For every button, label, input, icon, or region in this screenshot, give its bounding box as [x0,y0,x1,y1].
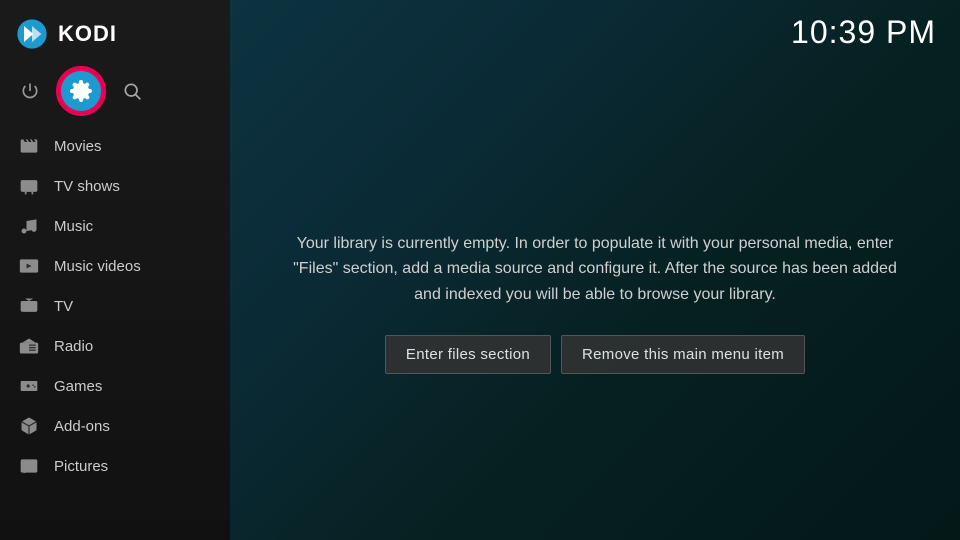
sidebar-menu: Movies TV shows Music [0,126,230,540]
movies-icon [18,135,40,157]
movies-label: Movies [54,138,102,155]
games-icon [18,375,40,397]
radio-icon [18,335,40,357]
kodi-logo-icon [16,18,48,50]
tv-label: TV [54,298,73,315]
library-empty-message: Your library is currently empty. In orde… [290,231,900,308]
sidebar-item-tv-shows[interactable]: TV shows [0,166,230,206]
top-bar: 10:39 PM [230,0,960,65]
sidebar-item-radio[interactable]: Radio [0,326,230,366]
sidebar-item-add-ons[interactable]: Add-ons [0,406,230,446]
power-icon[interactable] [16,77,44,105]
pictures-icon [18,455,40,477]
add-ons-icon [18,415,40,437]
pictures-label: Pictures [54,458,108,475]
sidebar-item-music[interactable]: Music [0,206,230,246]
action-buttons: Enter files section Remove this main men… [385,335,805,374]
music-label: Music [54,218,93,235]
enter-files-button[interactable]: Enter files section [385,335,551,374]
search-icon[interactable] [118,77,146,105]
add-ons-label: Add-ons [54,418,110,435]
sidebar-header: KODI [0,0,230,64]
main-content: 10:39 PM Your library is currently empty… [230,0,960,540]
music-videos-icon [18,255,40,277]
remove-menu-item-button[interactable]: Remove this main menu item [561,335,805,374]
tv-icon [18,295,40,317]
sidebar-item-music-videos[interactable]: Music videos [0,246,230,286]
tv-shows-icon [18,175,40,197]
sidebar-item-pictures[interactable]: Pictures [0,446,230,486]
content-area: Your library is currently empty. In orde… [230,65,960,540]
games-label: Games [54,378,102,395]
sidebar: KODI Movie [0,0,230,540]
sidebar-item-movies[interactable]: Movies [0,126,230,166]
radio-label: Radio [54,338,93,355]
sidebar-item-tv[interactable]: TV [0,286,230,326]
sidebar-item-games[interactable]: Games [0,366,230,406]
music-icon [18,215,40,237]
music-videos-label: Music videos [54,258,141,275]
app-title: KODI [58,21,117,47]
sidebar-icons-row [0,64,230,126]
settings-button[interactable] [58,68,104,114]
tv-shows-label: TV shows [54,178,120,195]
clock-display: 10:39 PM [791,14,936,51]
